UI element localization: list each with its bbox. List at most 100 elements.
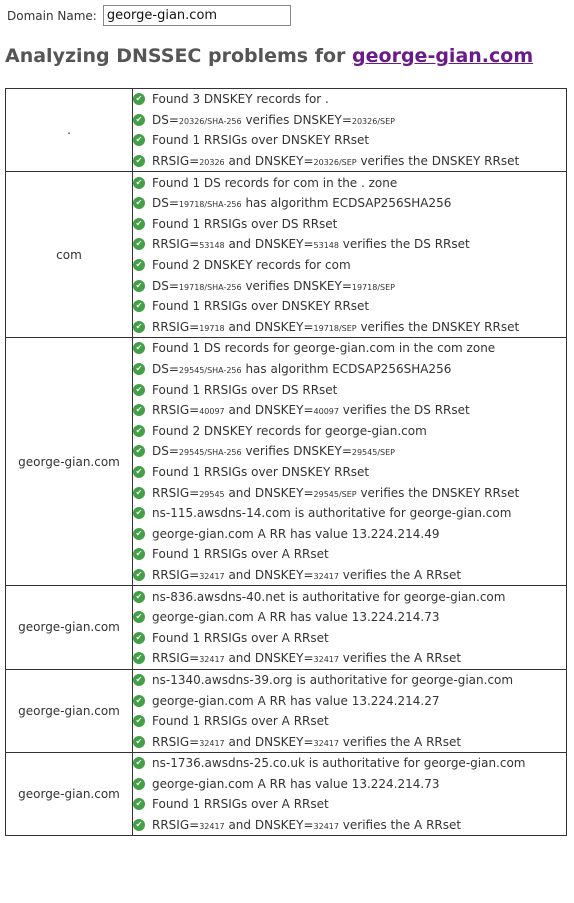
check-text: ns-1340.awsdns-39.org is authoritative f… xyxy=(152,672,514,687)
check-line: ✔ DS=19718/SHA-256 has algorithm ECDSAP25… xyxy=(133,193,566,214)
zone-row: george-gian.com ✔ ns-1736.awsdns-25.co.uk … xyxy=(5,751,567,837)
zone-name: com xyxy=(5,171,133,339)
check-line: ✔ RRSIG=32417 and DNSKEY=32417 verifies t… xyxy=(133,565,566,586)
key-tag: 32417 xyxy=(313,738,339,748)
check-circle-icon: ✔ xyxy=(133,611,145,624)
check-circle-icon: ✔ xyxy=(133,197,145,210)
check-text: DS=19718/SHA-256 verifies DNSKEY=19718/S… xyxy=(152,278,395,293)
check-text: ns-1736.awsdns-25.co.uk is authoritative… xyxy=(152,756,526,771)
check-circle-icon: ✔ xyxy=(133,590,145,603)
key-tag: 40097 xyxy=(313,407,339,417)
check-line: ✔ Found 2 DNSKEY records for george-gian.… xyxy=(133,421,566,442)
key-tag: 29545 xyxy=(199,489,225,499)
check-circle-icon: ✔ xyxy=(133,486,145,499)
page-title-prefix: Analyzing DNSSEC problems for xyxy=(5,45,353,67)
check-line: ✔ ns-1340.awsdns-39.org is authoritative … xyxy=(133,670,566,691)
check-line: ✔ Found 2 DNSKEY records for com xyxy=(133,255,566,276)
key-tag: 40097 xyxy=(199,407,225,417)
zone-checks: ✔ Found 3 DNSKEY records for . ✔ DS=20326/S… xyxy=(132,87,567,173)
check-text: DS=19718/SHA-256 has algorithm ECDSAP256… xyxy=(152,196,452,211)
check-circle-icon: ✔ xyxy=(133,715,145,728)
check-line: ✔ george-gian.com A RR has value 13.224.2… xyxy=(133,607,566,628)
check-text: RRSIG=19718 and DNSKEY=19718/SEP verifie… xyxy=(152,319,520,334)
check-circle-icon: ✔ xyxy=(133,424,145,437)
check-text: Found 2 DNSKEY records for com xyxy=(152,258,351,273)
check-circle-icon: ✔ xyxy=(133,217,145,230)
check-text: Found 1 RRSIGs over A RRset xyxy=(152,630,329,645)
zone-row: george-gian.com ✔ ns-1340.awsdns-39.org is… xyxy=(5,668,567,754)
check-text: RRSIG=29545 and DNSKEY=29545/SEP verifie… xyxy=(152,485,520,500)
check-text: RRSIG=32417 and DNSKEY=32417 verifies th… xyxy=(152,734,462,749)
key-tag: 32417 xyxy=(313,655,339,665)
check-text: RRSIG=32417 and DNSKEY=32417 verifies th… xyxy=(152,567,462,582)
domain-form: Domain Name: xyxy=(7,5,291,26)
check-circle-icon: ✔ xyxy=(133,465,145,478)
check-circle-icon: ✔ xyxy=(133,363,145,376)
check-line: ✔ Found 1 RRSIGs over A RRset xyxy=(133,627,566,648)
domain-name-input[interactable] xyxy=(102,5,291,26)
check-text: ns-115.awsdns-14.com is authoritative fo… xyxy=(152,506,512,521)
check-text: Found 1 DS records for com in the . zone xyxy=(152,175,398,190)
check-circle-icon: ✔ xyxy=(133,819,145,832)
check-circle-icon: ✔ xyxy=(133,507,145,520)
key-tag: 32417 xyxy=(313,822,339,832)
zone-checks: ✔ Found 1 DS records for com in the . zon… xyxy=(132,171,567,339)
key-tag: 20326/SEP xyxy=(351,116,395,126)
check-line: ✔ RRSIG=32417 and DNSKEY=32417 verifies t… xyxy=(133,731,566,752)
zone-checks: ✔ Found 1 DS records for george-gian.com … xyxy=(132,337,567,587)
check-line: ✔ ns-115.awsdns-14.com is authoritative f… xyxy=(133,503,566,524)
check-text: Found 1 RRSIGs over DNSKEY RRset xyxy=(152,299,370,314)
check-text: DS=29545/SHA-256 has algorithm ECDSAP256… xyxy=(152,362,452,377)
key-tag: 29545/SHA-256 xyxy=(178,448,242,458)
check-line: ✔ Found 1 DS records for com in the . zon… xyxy=(133,172,566,193)
check-line: ✔ Found 1 RRSIGs over DNSKEY RRset xyxy=(133,462,566,483)
zone-row: george-gian.com ✔ Found 1 DS records for g… xyxy=(5,337,567,587)
check-circle-icon: ✔ xyxy=(133,404,145,417)
check-line: ✔ Found 1 RRSIGs over DS RRset xyxy=(133,214,566,235)
dnssec-results-table: . ✔ Found 3 DNSKEY records for . ✔ DS=20326/… xyxy=(5,87,567,837)
zone-checks: ✔ ns-1736.awsdns-25.co.uk is authoritativ… xyxy=(132,751,567,837)
check-line: ✔ Found 1 RRSIGs over A RRset xyxy=(133,544,566,565)
check-line: ✔ RRSIG=40097 and DNSKEY=40097 verifies t… xyxy=(133,400,566,421)
key-tag: 32417 xyxy=(199,822,225,832)
check-circle-icon: ✔ xyxy=(133,383,145,396)
check-circle-icon: ✔ xyxy=(133,320,145,333)
check-circle-icon: ✔ xyxy=(133,238,145,251)
check-text: Found 1 RRSIGs over DNSKEY RRset xyxy=(152,133,370,148)
check-circle-icon: ✔ xyxy=(133,673,145,686)
key-tag: 32417 xyxy=(199,655,225,665)
check-line: ✔ DS=20326/SHA-256 verifies DNSKEY=20326/… xyxy=(133,110,566,131)
check-line: ✔ Found 1 RRSIGs over A RRset xyxy=(133,794,566,815)
key-tag: 53148 xyxy=(199,241,225,251)
check-text: Found 1 RRSIGs over A RRset xyxy=(152,797,329,812)
check-circle-icon: ✔ xyxy=(133,134,145,147)
check-line: ✔ RRSIG=53148 and DNSKEY=53148 verifies t… xyxy=(133,234,566,255)
check-text: Found 1 DS records for george-gian.com i… xyxy=(152,341,496,356)
check-line: ✔ RRSIG=29545 and DNSKEY=29545/SEP verifi… xyxy=(133,482,566,503)
check-text: Found 2 DNSKEY records for george-gian.c… xyxy=(152,423,427,438)
key-tag: 19718/SEP xyxy=(313,323,357,333)
check-line: ✔ RRSIG=32417 and DNSKEY=32417 verifies t… xyxy=(133,815,566,836)
check-text: george-gian.com A RR has value 13.224.21… xyxy=(152,526,440,541)
key-tag: 29545/SEP xyxy=(351,448,395,458)
zone-row: . ✔ Found 3 DNSKEY records for . ✔ DS=20326/… xyxy=(5,87,567,173)
check-circle-icon: ✔ xyxy=(133,279,145,292)
check-circle-icon: ✔ xyxy=(133,798,145,811)
key-tag: 19718/SHA-256 xyxy=(178,282,242,292)
check-text: DS=29545/SHA-256 verifies DNSKEY=29545/S… xyxy=(152,444,395,459)
zone-row: com ✔ Found 1 DS records for com in the . … xyxy=(5,171,567,339)
check-circle-icon: ✔ xyxy=(133,176,145,189)
check-circle-icon: ✔ xyxy=(133,568,145,581)
check-text: RRSIG=20326 and DNSKEY=20326/SEP verifie… xyxy=(152,154,520,169)
check-line: ✔ DS=29545/SHA-256 has algorithm ECDSAP25… xyxy=(133,359,566,380)
key-tag: 20326/SEP xyxy=(313,158,357,168)
key-tag: 19718 xyxy=(199,323,225,333)
check-circle-icon: ✔ xyxy=(133,548,145,561)
check-line: ✔ george-gian.com A RR has value 13.224.2… xyxy=(133,523,566,544)
check-circle-icon: ✔ xyxy=(133,652,145,665)
check-circle-icon: ✔ xyxy=(133,300,145,313)
analyzed-domain-link[interactable]: george-gian.com xyxy=(352,45,533,67)
check-circle-icon: ✔ xyxy=(133,342,145,355)
check-circle-icon: ✔ xyxy=(133,777,145,790)
key-tag: 19718/SEP xyxy=(351,282,395,292)
